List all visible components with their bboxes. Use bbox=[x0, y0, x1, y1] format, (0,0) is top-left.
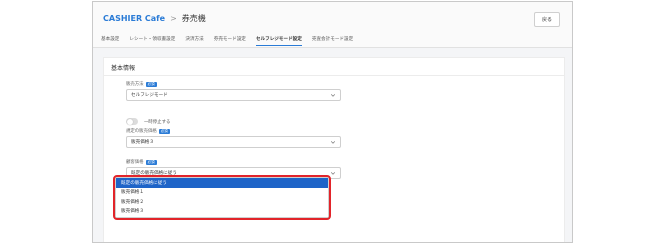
tab-receipt-settings[interactable]: レシート・領収書設定 bbox=[129, 36, 175, 46]
tab-basic-settings[interactable]: 基本設定 bbox=[101, 36, 119, 46]
required-badge: 必須 bbox=[158, 128, 170, 134]
required-badge: 必須 bbox=[145, 81, 157, 87]
breadcrumb-app-name[interactable]: CASHIER Cafe bbox=[103, 14, 165, 23]
annotation-highlight-box bbox=[113, 175, 331, 220]
tab-self-register-mode-settings[interactable]: セルフレジモード設定 bbox=[255, 36, 302, 46]
sales-method-select[interactable]: セルフレジモード bbox=[126, 89, 341, 101]
top-bar: CASHIER Cafe > 券売機 戻る 基本設定 レシート・領収書設定 決済… bbox=[93, 2, 572, 48]
sales-method-value: セルフレジモード bbox=[131, 93, 168, 98]
pause-toggle[interactable] bbox=[126, 118, 138, 125]
page-title: 券売機 bbox=[181, 14, 206, 23]
chevron-down-icon bbox=[330, 172, 336, 175]
settings-tabs: 基本設定 レシート・領収書設定 決済方法 券売モード設定 セルフレジモード設定 … bbox=[101, 36, 353, 46]
pause-toggle-label: 一時停止する bbox=[144, 120, 171, 125]
sales-method-label-text: 販売方法 bbox=[126, 82, 144, 87]
panel-title: 基本情報 bbox=[111, 65, 136, 72]
panel-divider bbox=[104, 75, 564, 76]
tab-payment-methods[interactable]: 決済方法 bbox=[185, 36, 203, 46]
back-button[interactable]: 戻る bbox=[534, 12, 560, 27]
customer-price-label-text: 顧客価格 bbox=[126, 160, 144, 165]
default-price-label: 規定の販売価格 必須 bbox=[126, 128, 170, 134]
required-badge: 必須 bbox=[145, 159, 157, 165]
chevron-down-icon bbox=[330, 94, 336, 97]
breadcrumb-separator-icon: > bbox=[170, 14, 177, 23]
sales-method-label: 販売方法 必須 bbox=[126, 81, 157, 87]
customer-price-label: 顧客価格 必須 bbox=[126, 159, 157, 165]
tab-ticket-mode-settings[interactable]: 券売モード設定 bbox=[214, 36, 246, 46]
toggle-knob bbox=[126, 118, 133, 125]
tab-divider bbox=[93, 47, 572, 48]
default-price-select[interactable]: 販売価格３ bbox=[126, 136, 341, 148]
breadcrumb: CASHIER Cafe > 券売機 bbox=[103, 13, 206, 24]
tab-other-mode-settings[interactable]: 売査会計モード設定 bbox=[312, 36, 353, 46]
default-price-value: 販売価格３ bbox=[131, 140, 154, 145]
default-price-label-text: 規定の販売価格 bbox=[126, 129, 157, 134]
chevron-down-icon bbox=[330, 141, 336, 144]
